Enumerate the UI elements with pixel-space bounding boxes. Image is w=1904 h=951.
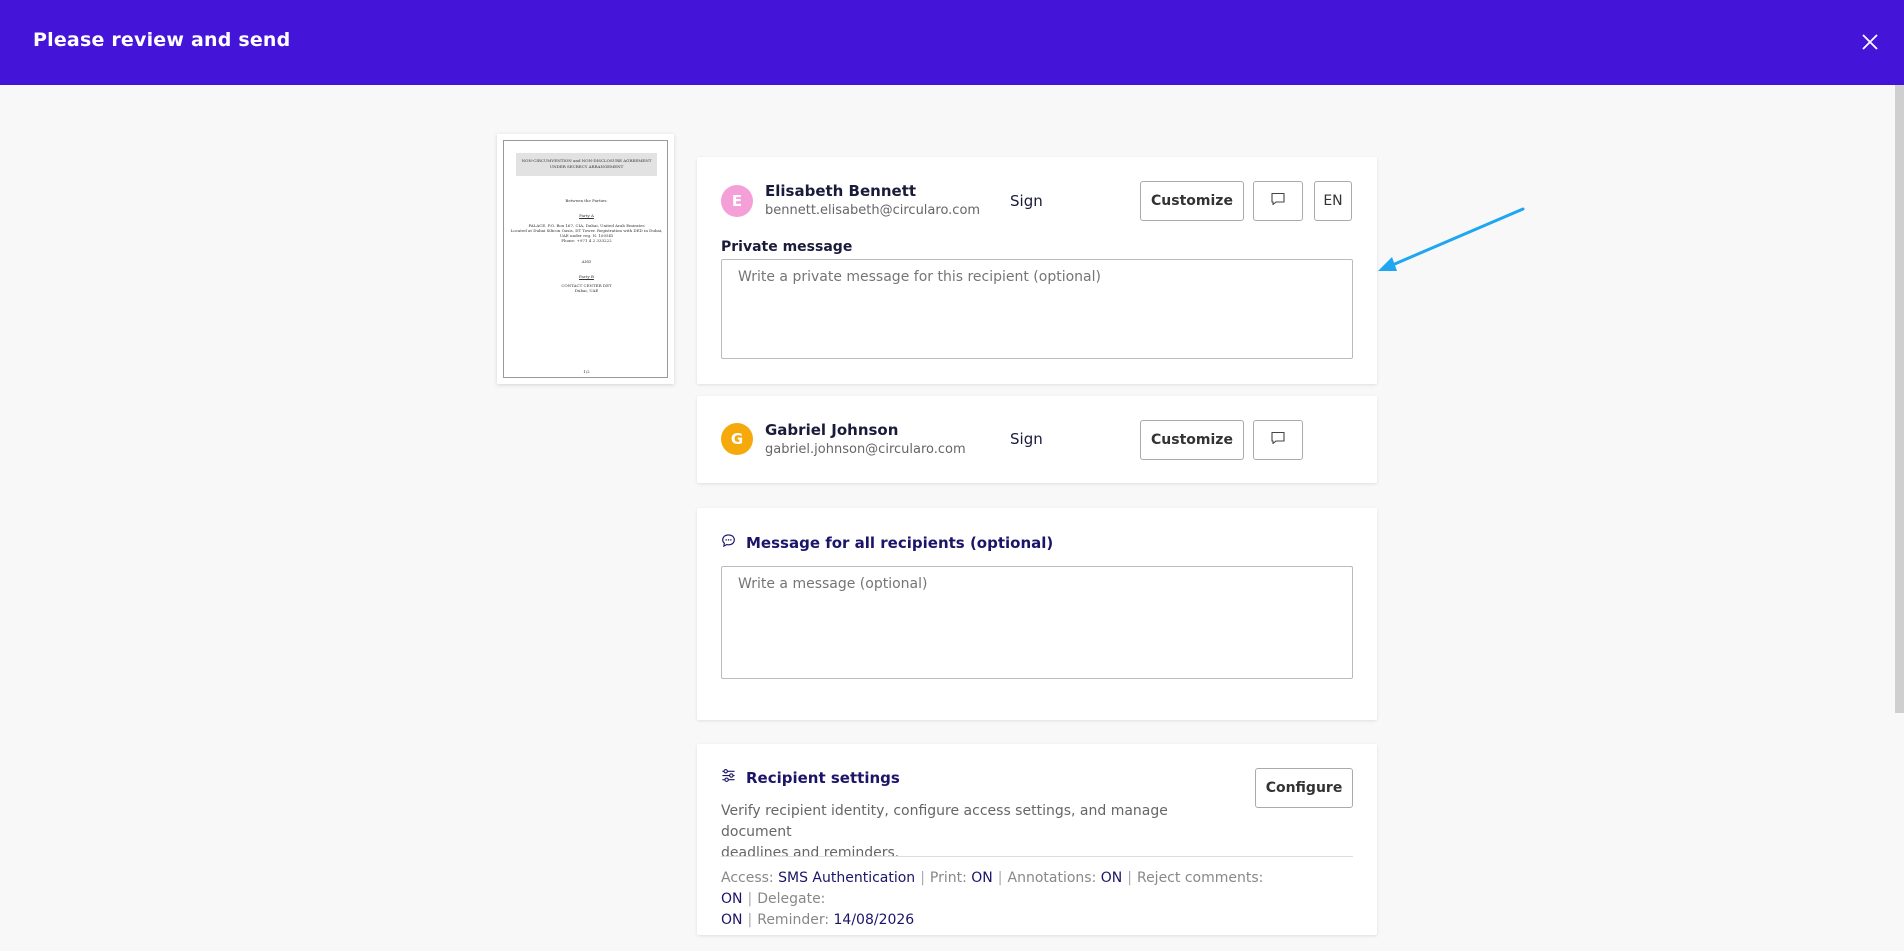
reject-comments-value: ON [721,891,743,907]
reminder-value: 14/08/2026 [833,912,915,928]
annotations-value: ON [1100,870,1123,886]
avatar: E [721,185,753,217]
description-line: Verify recipient identity, configure acc… [721,803,1168,840]
private-message-label: Private message [721,239,853,255]
delegate-label: Delegate: [757,891,826,907]
document-thumbnail[interactable]: NON-CIRCUMVENTION and NON-DISCLOSURE AGR… [497,134,674,384]
document-line: Between the Parties: [565,198,608,203]
message-all-input[interactable] [721,566,1353,679]
delegate-value: ON [721,912,743,928]
customize-button[interactable]: Customize [1140,181,1244,221]
recipient-card: E Elisabeth Bennett bennett.elisabeth@ci… [697,157,1377,384]
divider [721,856,1353,857]
separator: | [747,912,753,928]
dialog-title: Please review and send [33,29,291,51]
recipient-email: bennett.elisabeth@circularo.com [765,203,981,218]
document-line: Party A [579,213,594,218]
reminder-label: Reminder: [757,912,830,928]
settings-summary: Access: SMS Authentication | Print: ON | Ann… [721,868,1353,931]
sliders-icon [721,768,736,787]
document-line: Phone: +971 4 2 333222 [561,238,612,243]
chat-bubble-icon [1270,430,1286,450]
recipient-name: Elisabeth Bennett [765,182,917,200]
document-subheading: UNDER SECRECY ARRANGEMENT [549,164,624,169]
avatar: G [721,423,753,455]
description-line: deadlines and reminders. [721,845,900,861]
close-icon[interactable] [1858,30,1882,54]
separator: | [747,891,753,907]
recipient-settings-card: Recipient settings Configure Verify reci… [697,744,1377,935]
print-value: ON [971,870,993,886]
document-line: Dubai, UAE [574,288,599,293]
scrollbar[interactable] [1895,85,1904,713]
access-value: SMS Authentication [778,870,916,886]
message-all-card: Message for all recipients (optional) [697,508,1377,720]
print-label: Print: [929,870,967,886]
document-page-number: 1/2 [583,369,590,374]
access-label: Access: [721,870,774,886]
private-message-button[interactable] [1253,181,1303,221]
message-all-title: Message for all recipients (optional) [746,533,1054,552]
separator: | [1127,870,1132,886]
recipient-name: Gabriel Johnson [765,421,899,439]
separator: | [920,870,925,886]
private-message-button[interactable] [1253,420,1303,460]
customize-button[interactable]: Customize [1140,420,1244,460]
private-message-input[interactable] [721,259,1353,359]
dialog-header: Please review and send [0,0,1904,85]
separator: | [997,870,1003,886]
recipient-role[interactable]: Sign [1010,430,1043,448]
configure-button[interactable]: Configure [1255,768,1353,808]
arrow-icon [1378,207,1525,271]
recipient-settings-heading: Recipient settings [721,768,900,787]
message-all-heading: Message for all recipients (optional) [721,533,1053,552]
recipient-email: gabriel.johnson@circularo.com [765,442,966,457]
reject-comments-label: Reject comments: [1136,870,1264,886]
document-title-box: NON-CIRCUMVENTION and NON-DISCLOSURE AGR… [516,153,657,176]
document-page: NON-CIRCUMVENTION and NON-DISCLOSURE AGR… [503,140,668,378]
annotations-label: Annotations: [1007,870,1097,886]
document-line: Party B [579,274,594,279]
recipient-role[interactable]: Sign [1010,192,1043,210]
document-line: AND [581,259,592,264]
recipient-settings-title: Recipient settings [746,768,900,787]
language-button[interactable]: EN [1314,181,1352,221]
recipient-settings-description: Verify recipient identity, configure acc… [721,801,1241,864]
chat-bubble-icon [1270,191,1286,211]
recipient-card: G Gabriel Johnson gabriel.johnson@circul… [697,396,1377,483]
chat-bubble-icon [721,533,736,552]
